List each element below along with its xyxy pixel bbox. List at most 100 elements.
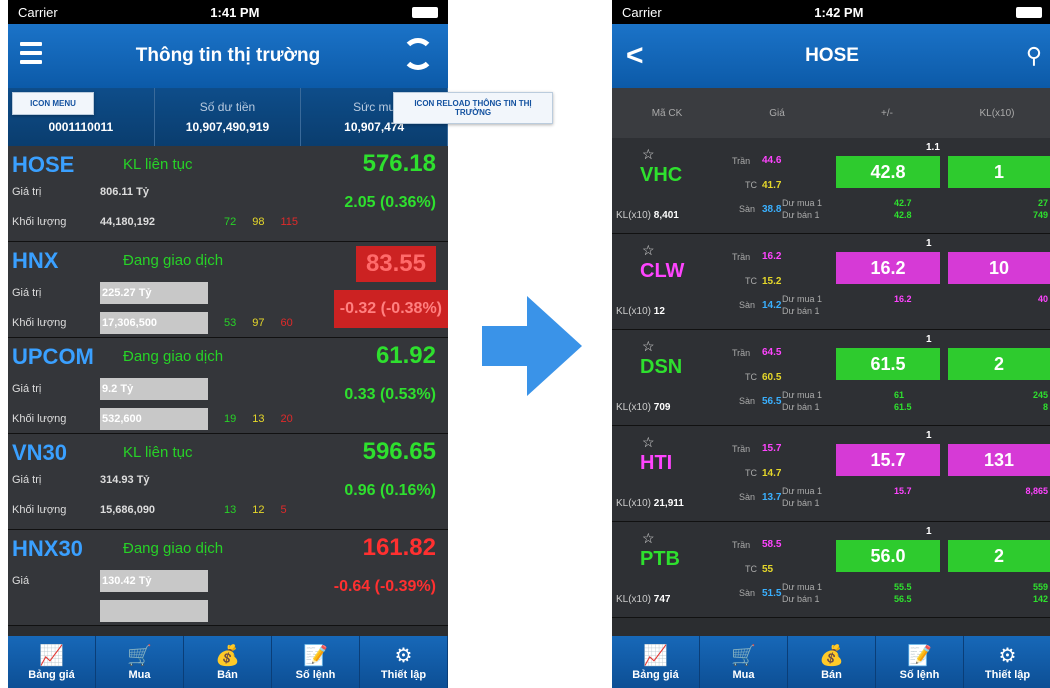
market-row[interactable]: HOSE KL liên tục Giá trị 806.11 Tỷ Khối lượn… — [8, 146, 448, 242]
volume-row: Khối lượng 15,686,090 13 12 5 — [12, 504, 287, 516]
status-bar: Carrier 1:42 PM — [612, 0, 1050, 24]
volume-amount — [100, 600, 208, 622]
volume-box[interactable]: 1 — [948, 156, 1050, 188]
account-label: Số dư tiền — [199, 100, 256, 114]
ask-price: 42.8 — [894, 210, 912, 220]
value-row: Giá trị 806.11 Tỷ — [12, 186, 149, 198]
stock-row[interactable]: ☆ CLW KL(x10) 12 Trần 16.2 TC 15.2 Sàn 14.2 16.2 1… — [612, 234, 1050, 330]
orders-icon: 📝 — [907, 645, 932, 667]
tab-label: Bán — [217, 669, 238, 681]
value-label: Giá trị — [12, 287, 42, 299]
tab-sell[interactable]: 💰 Bán — [184, 636, 272, 688]
tab-buy[interactable]: 🛒 Mua — [96, 636, 184, 688]
price-box[interactable]: 42.8 — [836, 156, 940, 188]
favorite-star-icon[interactable]: ☆ — [642, 146, 655, 163]
market-index: 161.82 — [362, 534, 436, 561]
sort-header-item[interactable]: KL(x10) — [942, 108, 1050, 119]
market-row[interactable]: HNX30 Đang giao dịch Giá 130.42 Tỷ 161.82 -0.… — [8, 530, 448, 626]
reference-label: TC — [745, 564, 757, 574]
value-row: Giá trị 225.27 Tỷ — [12, 282, 208, 304]
price-box[interactable]: 61.5 — [836, 348, 940, 380]
tab-label: Thiết lập — [984, 669, 1031, 681]
ask-volume: 749 — [1032, 210, 1048, 220]
volume-box[interactable]: 10 — [948, 252, 1050, 284]
sort-header-item[interactable]: Mã CK — [612, 108, 722, 119]
ceiling-label: Trần — [732, 156, 751, 166]
price-box[interactable]: 56.0 — [836, 540, 940, 572]
unchanged-count: 13 — [252, 413, 265, 425]
market-status: Đang giao dịch — [123, 540, 224, 557]
favorite-star-icon[interactable]: ☆ — [642, 434, 655, 451]
reference-price: 60.5 — [762, 372, 782, 383]
market-status: Đang giao dịch — [123, 252, 224, 269]
price-box[interactable]: 15.7 — [836, 444, 940, 476]
tab-label: Mua — [732, 669, 755, 681]
volume-row: Khối lượng 44,180,192 72 98 115 — [12, 216, 298, 228]
sort-header-item[interactable]: +/- — [832, 108, 942, 119]
market-index: 61.92 — [375, 342, 436, 369]
volume-label: Khối lượng — [12, 413, 67, 425]
reload-tooltip: ICON RELOAD THÔNG TIN THỊ TRƯỜNG — [393, 92, 553, 124]
sort-header-item[interactable]: Giá — [722, 108, 832, 119]
favorite-star-icon[interactable]: ☆ — [642, 242, 655, 259]
floor-label: Sàn — [739, 204, 756, 214]
back-icon[interactable]: < — [626, 39, 644, 73]
volume-box[interactable]: 131 — [948, 444, 1050, 476]
volume-row: Khối lượng 532,600 19 13 20 — [12, 408, 293, 430]
stock-list: ☆ VHC KL(x10) 8,401 Trần 44.6 TC 41.7 Sàn 38.8 42… — [612, 138, 1050, 618]
tab-orders[interactable]: 📝 Số lệnh — [272, 636, 360, 688]
buy-icon: 🛒 — [127, 645, 152, 667]
ask-volume: 142 — [1032, 594, 1048, 604]
market-index: 576.18 — [362, 150, 436, 177]
tab-label: Số lệnh — [899, 669, 940, 681]
favorite-star-icon[interactable]: ☆ — [642, 338, 655, 355]
tab-chart[interactable]: 📈 Bảng giá — [8, 636, 96, 688]
market-list: HOSE KL liên tục Giá trị 806.11 Tỷ Khối lượn… — [8, 146, 448, 626]
clock: 1:42 PM — [814, 4, 864, 20]
tab-buy[interactable]: 🛒 Mua — [700, 636, 788, 688]
tab-chart[interactable]: 📈 Bảng giá — [612, 636, 700, 688]
value-amount: 225.27 Tỷ — [100, 282, 208, 304]
market-index: 596.65 — [362, 438, 436, 465]
volume-label: KL(x10) 8,401 — [616, 210, 679, 221]
change-value: 1 — [926, 526, 932, 537]
settings-icon: ⚙ — [394, 645, 413, 667]
chart-icon: 📈 — [39, 645, 64, 667]
volume-label-text: KL(x10) — [616, 210, 652, 221]
value-amount: 9.2 Tỷ — [100, 378, 208, 400]
stock-row[interactable]: ☆ PTB KL(x10) 747 Trần 58.5 TC 55 Sàn 51.5 56.0 1 2… — [612, 522, 1050, 618]
floor-label: Sàn — [739, 300, 756, 310]
stock-row[interactable]: ☆ VHC KL(x10) 8,401 Trần 44.6 TC 41.7 Sàn 38.8 42… — [612, 138, 1050, 234]
bid-label: Dư mua 1 — [782, 486, 823, 496]
volume-amount: 532,600 — [100, 408, 208, 430]
page-title[interactable]: HOSE — [805, 45, 859, 67]
tab-sell[interactable]: 💰 Bán — [788, 636, 876, 688]
market-row[interactable]: UPCOM Đang giao dịch Giá trị 9.2 Tỷ Khối lượ… — [8, 338, 448, 434]
hose-board-screen: Carrier 1:42 PM < HOSE ⚲ Mã CK Giá +/- KL(x… — [612, 0, 1050, 688]
market-change: 2.05 (0.36%) — [344, 194, 436, 211]
unchanged-count: 97 — [252, 317, 265, 329]
tab-settings[interactable]: ⚙ Thiết lập — [964, 636, 1050, 688]
ask-label: Dư bán 1 — [782, 210, 820, 220]
volume-box[interactable]: 2 — [948, 540, 1050, 572]
value-label: Giá — [12, 575, 30, 587]
favorite-star-icon[interactable]: ☆ — [642, 530, 655, 547]
value-row: Giá trị 314.93 Tỷ — [12, 474, 150, 486]
volume-box[interactable]: 2 — [948, 348, 1050, 380]
tab-settings[interactable]: ⚙ Thiết lập — [360, 636, 448, 688]
stock-row[interactable]: ☆ HTI KL(x10) 21,911 Trần 15.7 TC 14.7 Sàn 13.7 1… — [612, 426, 1050, 522]
reload-icon[interactable] — [402, 38, 434, 70]
market-row[interactable]: HNX Đang giao dịch Giá trị 225.27 Tỷ Khối lư… — [8, 242, 448, 338]
search-icon[interactable]: ⚲ — [1026, 43, 1042, 69]
market-status: Đang giao dịch — [123, 348, 224, 365]
market-change: 0.96 (0.16%) — [344, 482, 436, 499]
tab-orders[interactable]: 📝 Số lệnh — [876, 636, 964, 688]
stock-row[interactable]: ☆ DSN KL(x10) 709 Trần 64.5 TC 60.5 Sàn 56.5 61.5… — [612, 330, 1050, 426]
market-name: UPCOM — [12, 344, 94, 369]
menu-icon[interactable] — [20, 42, 42, 69]
stock-symbol: CLW — [640, 260, 685, 282]
market-info-screen: Carrier 1:41 PM Thông tin thị trường bản… — [8, 0, 448, 688]
market-row[interactable]: VN30 KL liên tục Giá trị 314.93 Tỷ Khối lượn… — [8, 434, 448, 530]
ask-price: 61.5 — [894, 402, 912, 412]
price-box[interactable]: 16.2 — [836, 252, 940, 284]
